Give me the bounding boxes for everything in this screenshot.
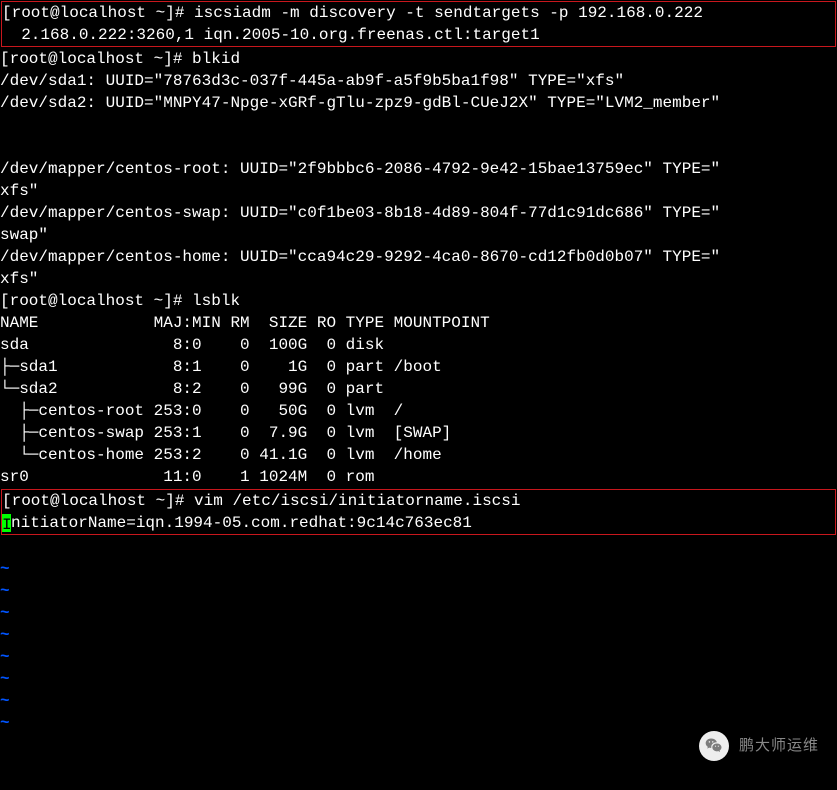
cursor-icon: I (2, 514, 11, 532)
blkid-output: /dev/mapper/centos-home: UUID="cca94c29-… (0, 246, 837, 268)
lsblk-row: └─sda2 8:2 0 99G 0 part (0, 378, 837, 400)
initiator-name-text: nitiatorName=iqn.1994-05.com.redhat:9c14… (11, 514, 472, 532)
discovery-output: 2.168.0.222:3260,1 iqn.2005-10.org.freen… (2, 24, 835, 46)
prompt: [root@localhost ~]# (0, 50, 192, 68)
highlight-box-discovery: [root@localhost ~]# iscsiadm -m discover… (1, 1, 836, 47)
watermark: 鹏大师运维 (699, 731, 819, 761)
cmd-vim-text: vim /etc/iscsi/initiatorname.iscsi (194, 492, 520, 510)
cmd-line-discovery: [root@localhost ~]# iscsiadm -m discover… (2, 2, 835, 24)
vim-tilde: ~ (0, 580, 837, 602)
blkid-output: /dev/sda2: UUID="MNPY47-Npge-xGRf-gTlu-z… (0, 92, 837, 114)
vim-tilde: ~ (0, 602, 837, 624)
lsblk-row: ├─centos-root 253:0 0 50G 0 lvm / (0, 400, 837, 422)
blkid-output (0, 136, 837, 158)
lsblk-row: ├─centos-swap 253:1 0 7.9G 0 lvm [SWAP] (0, 422, 837, 444)
lsblk-row: └─centos-home 253:2 0 41.1G 0 lvm /home (0, 444, 837, 466)
vim-empty-line (0, 536, 837, 558)
blkid-output: /dev/mapper/centos-root: UUID="2f9bbbc6-… (0, 158, 837, 180)
blkid-output: xfs" (0, 180, 837, 202)
watermark-text: 鹏大师运维 (739, 735, 819, 757)
blkid-output: /dev/sda1: UUID="78763d3c-037f-445a-ab9f… (0, 70, 837, 92)
vim-tilde: ~ (0, 690, 837, 712)
lsblk-row: sr0 11:0 1 1024M 0 rom (0, 466, 837, 488)
lsblk-header: NAME MAJ:MIN RM SIZE RO TYPE MOUNTPOINT (0, 312, 837, 334)
blkid-output (0, 114, 837, 136)
blkid-output: swap" (0, 224, 837, 246)
blkid-output: xfs" (0, 268, 837, 290)
vim-content-line: InitiatorName=iqn.1994-05.com.redhat:9c1… (2, 512, 835, 534)
vim-tilde: ~ (0, 646, 837, 668)
lsblk-row: sda 8:0 0 100G 0 disk (0, 334, 837, 356)
terminal-window[interactable]: [root@localhost ~]# iscsiadm -m discover… (0, 1, 837, 790)
cmd-discovery-text: iscsiadm -m discovery -t sendtargets -p … (194, 4, 703, 22)
vim-tilde: ~ (0, 624, 837, 646)
cmd-lsblk-text: lsblk (192, 292, 240, 310)
prompt: [root@localhost ~]# (2, 492, 194, 510)
vim-tilde: ~ (0, 558, 837, 580)
highlight-box-vim: [root@localhost ~]# vim /etc/iscsi/initi… (1, 489, 836, 535)
lsblk-row: ├─sda1 8:1 0 1G 0 part /boot (0, 356, 837, 378)
cmd-blkid-text: blkid (192, 50, 240, 68)
wechat-icon (699, 731, 729, 761)
prompt: [root@localhost ~]# (0, 292, 192, 310)
cmd-line-lsblk: [root@localhost ~]# lsblk (0, 290, 837, 312)
blkid-output: /dev/mapper/centos-swap: UUID="c0f1be03-… (0, 202, 837, 224)
cmd-line-vim: [root@localhost ~]# vim /etc/iscsi/initi… (2, 490, 835, 512)
cmd-line-blkid: [root@localhost ~]# blkid (0, 48, 837, 70)
prompt: [root@localhost ~]# (2, 4, 194, 22)
vim-tilde: ~ (0, 668, 837, 690)
